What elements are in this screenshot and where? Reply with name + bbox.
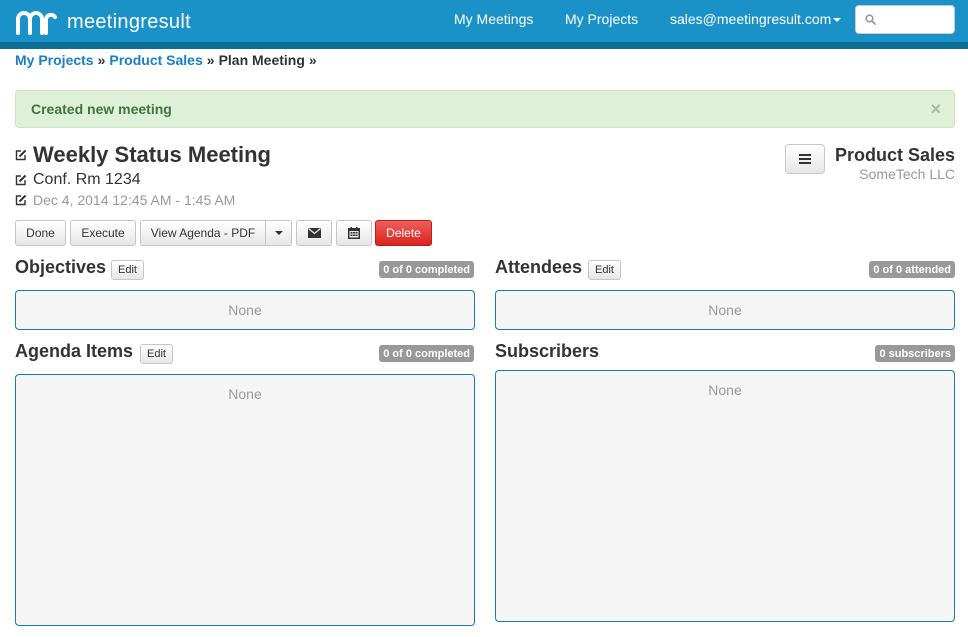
mr-logo-icon bbox=[16, 11, 57, 35]
attendees-panel: None bbox=[495, 290, 955, 330]
project-menu-button[interactable] bbox=[785, 144, 825, 174]
attendees-title: Attendees bbox=[495, 257, 583, 277]
delete-button[interactable]: Delete bbox=[375, 220, 432, 246]
subscribers-panel: None bbox=[495, 370, 955, 622]
close-icon[interactable]: × bbox=[930, 99, 941, 120]
navbar-strip bbox=[0, 42, 968, 49]
agenda-items-edit-button[interactable]: Edit bbox=[140, 344, 173, 364]
list-icon bbox=[799, 154, 811, 164]
agenda-empty-text: None bbox=[228, 386, 262, 402]
search-input[interactable] bbox=[882, 12, 952, 27]
caret-down-icon bbox=[274, 231, 283, 235]
success-alert: Created new meeting × bbox=[15, 90, 955, 128]
breadcrumb: My Projects» Product Sales» Plan Meeting» bbox=[15, 52, 321, 68]
top-navbar: meetingresult My Meetings My Projects sa… bbox=[0, 0, 968, 42]
agenda-items-title: Agenda Items bbox=[15, 341, 134, 361]
user-email: sales@meetingresult.com bbox=[670, 11, 832, 27]
edit-icon[interactable] bbox=[15, 194, 27, 206]
agenda-status-badge: 0 of 0 completed bbox=[379, 345, 474, 362]
calendar-icon bbox=[348, 227, 360, 239]
nav-my-projects[interactable]: My Projects bbox=[565, 11, 638, 27]
breadcrumb-separator: » bbox=[97, 52, 106, 68]
envelope-icon bbox=[307, 228, 321, 238]
search-icon bbox=[865, 14, 876, 25]
nav-user-menu[interactable]: sales@meetingresult.com bbox=[670, 11, 842, 27]
breadcrumb-separator: » bbox=[206, 52, 215, 68]
view-agenda-pdf-button[interactable]: View Agenda - PDF bbox=[140, 220, 266, 246]
nav-my-meetings[interactable]: My Meetings bbox=[454, 11, 533, 27]
done-button[interactable]: Done bbox=[15, 220, 66, 246]
objectives-status-badge: 0 of 0 completed bbox=[379, 261, 474, 278]
breadcrumb-separator: » bbox=[308, 52, 317, 68]
alert-message: Created new meeting bbox=[31, 101, 172, 117]
agenda-items-panel: None bbox=[15, 374, 475, 626]
edit-icon[interactable] bbox=[15, 149, 27, 161]
meeting-date: Dec 4, 2014 12:45 AM - 1:45 AM bbox=[33, 192, 236, 208]
search-box[interactable] bbox=[855, 5, 955, 34]
brand[interactable]: meetingresult bbox=[15, 8, 191, 36]
meeting-location: Conf. Rm 1234 bbox=[33, 171, 141, 188]
breadcrumb-product-sales[interactable]: Product Sales bbox=[109, 52, 202, 68]
meeting-title-row: Weekly Status Meeting bbox=[15, 142, 271, 168]
objectives-empty-text: None bbox=[228, 302, 262, 318]
objectives-title: Objectives bbox=[15, 257, 107, 277]
meeting-title: Weekly Status Meeting bbox=[33, 142, 271, 167]
meeting-date-row: Dec 4, 2014 12:45 AM - 1:45 AM bbox=[15, 192, 235, 208]
subscribers-empty-text: None bbox=[708, 382, 742, 398]
execute-button[interactable]: Execute bbox=[70, 220, 136, 246]
calendar-button[interactable] bbox=[336, 220, 372, 246]
company-name: SomeTech LLC bbox=[859, 166, 955, 182]
objectives-panel: None bbox=[15, 290, 475, 330]
email-button[interactable] bbox=[296, 220, 332, 246]
objectives-edit-button[interactable]: Edit bbox=[111, 260, 144, 280]
subscribers-count-badge: 0 subscribers bbox=[875, 345, 955, 362]
brand-name: meetingresult bbox=[67, 10, 191, 33]
attendees-status-badge: 0 of 0 attended bbox=[869, 261, 955, 278]
caret-down-icon bbox=[833, 18, 842, 22]
attendees-empty-text: None bbox=[708, 302, 742, 318]
subscribers-title: Subscribers bbox=[495, 341, 600, 361]
breadcrumb-my-projects[interactable]: My Projects bbox=[15, 52, 94, 68]
breadcrumb-current: Plan Meeting bbox=[218, 52, 305, 68]
view-agenda-dropdown-button[interactable] bbox=[265, 220, 292, 246]
meeting-location-row: Conf. Rm 1234 bbox=[15, 171, 141, 189]
project-name[interactable]: Product Sales bbox=[835, 145, 955, 166]
edit-icon[interactable] bbox=[15, 174, 27, 186]
attendees-edit-button[interactable]: Edit bbox=[588, 260, 621, 280]
